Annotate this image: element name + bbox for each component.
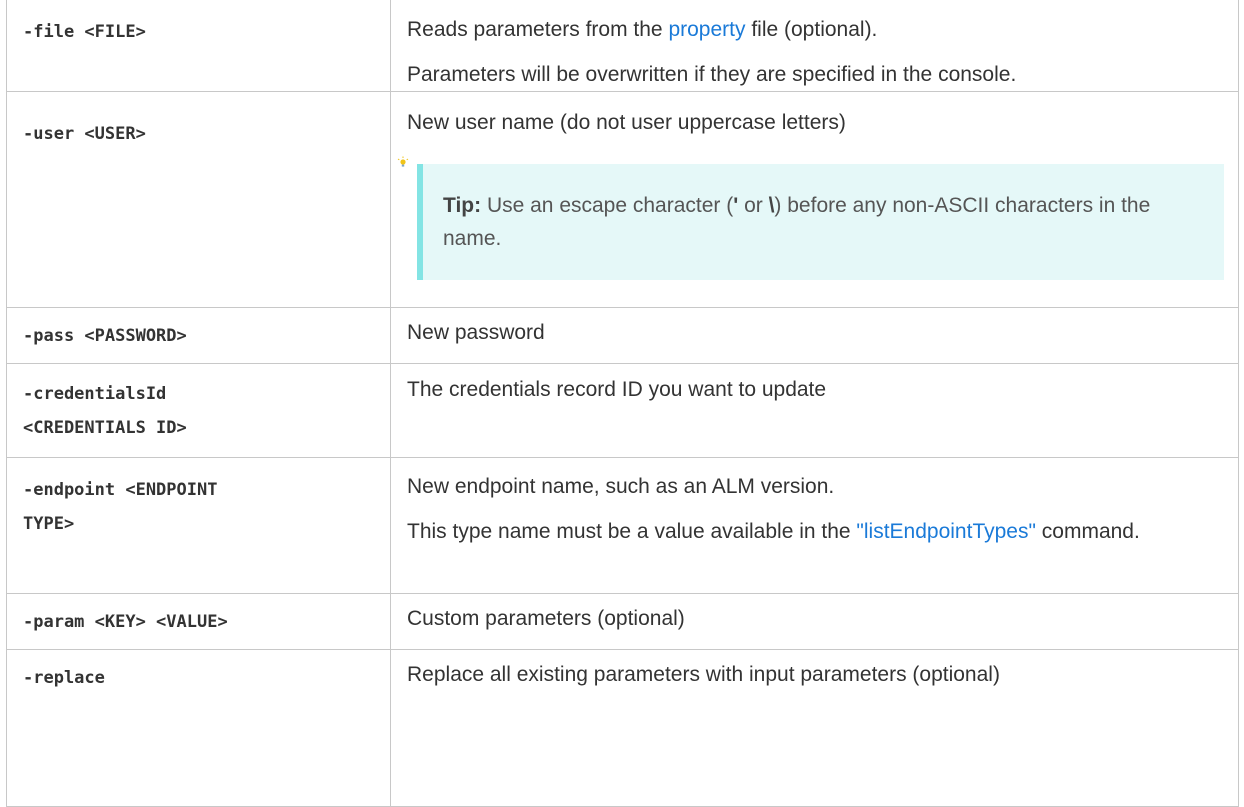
- parameters-table: -file <FILE> Reads parameters from the p…: [6, 0, 1239, 807]
- description-text-part: file (optional).: [745, 18, 878, 41]
- property-link[interactable]: property: [668, 18, 745, 41]
- option-cell: -replace: [6, 649, 391, 807]
- description-text-part: command.: [1035, 519, 1140, 543]
- description-cell: New endpoint name, such as an ALM versio…: [390, 457, 1239, 594]
- table-row: -file <FILE> Reads parameters from the p…: [6, 0, 1239, 92]
- table-row: -endpoint <ENDPOINT TYPE> New endpoint n…: [6, 457, 1239, 594]
- option-cell: -endpoint <ENDPOINT TYPE>: [6, 457, 391, 594]
- description-text: This type name must be a value available…: [407, 517, 1224, 547]
- option-name: -param <KEY> <VALUE>: [23, 611, 228, 632]
- option-name: -user <USER>: [23, 123, 146, 144]
- description-text: New user name (do not user uppercase let…: [407, 110, 846, 134]
- table-row: -credentialsId <CREDENTIALS ID> The cred…: [6, 363, 1239, 458]
- description-text: Replace all existing parameters with inp…: [407, 662, 1000, 686]
- option-name: -endpoint <ENDPOINT: [23, 479, 218, 500]
- description-text: The credentials record ID you want to up…: [407, 377, 827, 401]
- description-cell: Replace all existing parameters with inp…: [390, 649, 1239, 807]
- description-cell: Reads parameters from the property file …: [390, 0, 1239, 92]
- table-row: -replace Replace all existing parameters…: [6, 649, 1239, 807]
- description-cell: New password: [390, 307, 1239, 364]
- option-cell: -param <KEY> <VALUE>: [6, 593, 391, 650]
- description-text-part: This type name must be a value available…: [407, 519, 857, 543]
- description-text-part: Reads parameters from the: [407, 18, 669, 41]
- tip-text: or: [738, 193, 769, 217]
- list-endpoint-types-link[interactable]: "listEndpointTypes": [856, 520, 1036, 543]
- option-cell: -user <USER>: [6, 91, 391, 308]
- option-name: -credentialsId: [23, 383, 167, 404]
- tip-label: Tip:: [443, 193, 482, 217]
- tip-text: Use an escape character (: [481, 193, 734, 217]
- tip-box: Tip: Use an escape character (' or \) be…: [417, 163, 1224, 280]
- description-cell: The credentials record ID you want to up…: [390, 363, 1239, 458]
- description-text: Parameters will be overwritten if they a…: [407, 63, 1017, 86]
- table-row: -user <USER> New user name (do not user …: [6, 91, 1239, 308]
- option-name: -replace: [23, 667, 105, 688]
- option-cell: -file <FILE>: [6, 0, 391, 92]
- tip-callout: Tip: Use an escape character (' or \) be…: [397, 156, 1224, 280]
- table-row: -pass <PASSWORD> New password: [6, 307, 1239, 364]
- option-name-continued: TYPE>: [23, 513, 75, 534]
- description-cell: New user name (do not user uppercase let…: [390, 91, 1239, 308]
- description-cell: Custom parameters (optional): [390, 593, 1239, 650]
- description-text: New endpoint name, such as an ALM versio…: [407, 474, 835, 498]
- lightbulb-icon: [397, 156, 409, 167]
- description-text: New password: [407, 320, 545, 344]
- description-text: Reads parameters from the property file …: [407, 15, 1224, 45]
- option-name-continued: <CREDENTIALS ID>: [23, 417, 187, 438]
- description-text: Custom parameters (optional): [407, 606, 685, 630]
- option-cell: -pass <PASSWORD>: [6, 307, 391, 364]
- option-cell: -credentialsId <CREDENTIALS ID>: [6, 363, 391, 458]
- table-row: -param <KEY> <VALUE> Custom parameters (…: [6, 593, 1239, 650]
- option-name: -file <FILE>: [23, 22, 146, 42]
- option-name: -pass <PASSWORD>: [23, 325, 187, 346]
